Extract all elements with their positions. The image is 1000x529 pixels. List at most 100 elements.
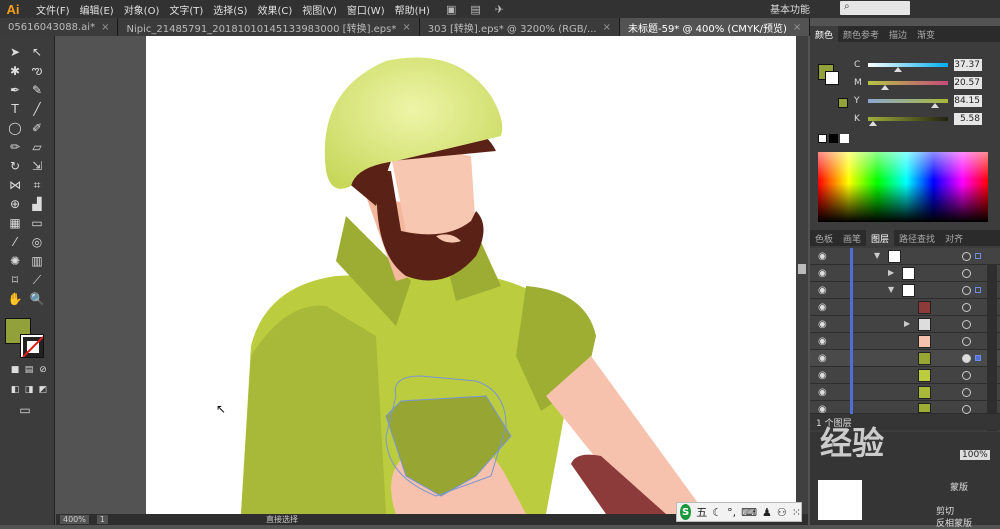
menu-edit[interactable]: 编辑(E) [80,2,114,17]
tab-doc-4[interactable]: 未标题-59* @ 400% (CMYK/预览) × [619,18,811,36]
target-icon[interactable] [962,303,971,312]
eye-icon[interactable]: ◉ [818,285,827,296]
close-icon[interactable]: × [101,22,109,33]
user-icon[interactable]: ♟ [762,506,772,519]
expand-icon[interactable]: ▶ [888,268,894,277]
width-tool-icon[interactable]: ⋈ [6,177,24,193]
layer-row[interactable]: ◉ ▶ [810,265,1000,282]
slider-thumb[interactable] [893,67,902,72]
layer-row[interactable]: ◉ ▼ [810,282,1000,299]
vertical-scrollbar[interactable] [796,36,808,514]
scale-tool-icon[interactable]: ⇲ [28,158,46,174]
menu-select[interactable]: 选择(S) [213,2,247,17]
tab-pathfinder[interactable]: 路径查找 [894,232,940,245]
eye-icon[interactable]: ◉ [818,387,827,398]
black-slider[interactable]: K 5.58 [810,112,1000,126]
menu-file[interactable]: 文件(F) [36,2,70,17]
close-icon[interactable]: × [603,22,611,33]
layer-row[interactable]: ◉ [810,333,1000,350]
layer-row-selected[interactable]: ◉ [810,350,1000,367]
layer-row[interactable]: ◉ [810,367,1000,384]
mesh-tool-icon[interactable]: ▦ [6,215,24,231]
keyboard-icon[interactable]: ⌨ [741,506,757,519]
arrange-icon[interactable]: ▤ [470,3,480,16]
tab-layers[interactable]: 图层 [866,230,895,246]
menu-window[interactable]: 窗口(W) [347,2,385,17]
grid-icon[interactable]: ⁙ [792,506,801,519]
symbol-sprayer-icon[interactable]: ✺ [6,253,24,269]
close-icon[interactable]: × [402,22,410,33]
menu-effect[interactable]: 效果(C) [257,2,292,17]
ime-mode[interactable]: 五 [696,504,707,520]
expand-icon[interactable]: ▼ [888,285,894,294]
eye-icon[interactable]: ◉ [818,336,827,347]
tab-doc-2[interactable]: Nipic_21485791_20181010145133983000 [转换]… [118,18,420,36]
black-value[interactable]: 5.58 [954,113,982,125]
layers-scrollbar[interactable] [987,265,997,431]
layer-row[interactable]: ◉ [810,401,1000,415]
mask-thumbnail[interactable] [818,480,862,520]
color-spectrum[interactable] [818,152,988,222]
artboard-tool-icon[interactable]: ⌑ [6,272,24,288]
target-icon[interactable] [962,405,971,414]
eye-icon[interactable]: ◉ [818,268,827,279]
screen-mode-icon[interactable]: ▭ [16,402,34,418]
selection-indicator[interactable] [975,287,981,293]
magenta-value[interactable]: 20.57 [954,77,982,89]
menu-view[interactable]: 视图(V) [302,2,337,17]
target-icon[interactable] [962,252,971,261]
stroke-swatch[interactable] [20,334,44,358]
graph-tool-icon[interactable]: ▥ [28,253,46,269]
blend-tool-icon[interactable]: ◎ [28,234,46,250]
shape-builder-icon[interactable]: ⊕ [6,196,24,212]
direct-selection-tool-icon[interactable]: ↖ [28,44,46,60]
yellow-value[interactable]: 84.15 [954,95,982,107]
menu-help[interactable]: 帮助(H) [395,2,430,17]
white-swatch[interactable] [840,134,849,143]
sync-icon[interactable]: ✈ [495,3,504,16]
tab-gradient[interactable]: 渐变 [912,28,940,41]
target-icon[interactable] [962,337,971,346]
workspace-switcher[interactable]: 基本功能 [770,1,810,16]
target-icon[interactable] [962,388,971,397]
cyan-value[interactable]: 37.37 [954,59,982,71]
target-icon[interactable] [962,354,971,363]
tab-color-guide[interactable]: 颜色参考 [838,28,884,41]
tab-align[interactable]: 对齐 [940,232,968,245]
tab-stroke[interactable]: 描边 [884,28,912,41]
invert-mask-checkbox[interactable]: 反相蒙版 [936,516,972,529]
slider-thumb[interactable] [868,121,877,126]
tab-color[interactable]: 颜色 [810,26,839,42]
layer-row[interactable]: ◉ ▶ [810,316,1000,333]
zoom-tool-icon[interactable]: 🔍 [28,291,46,307]
magic-wand-icon[interactable]: ✱ [6,63,24,79]
curvature-tool-icon[interactable]: ✎ [28,82,46,98]
selection-indicator[interactable] [975,253,981,259]
type-tool-icon[interactable]: T [6,101,24,117]
opacity-field[interactable]: 100% [960,450,990,460]
document-canvas[interactable]: ↖ [56,36,796,514]
slider-thumb[interactable] [880,85,889,90]
pen-tool-icon[interactable]: ✒ [6,82,24,98]
hand-tool-icon[interactable]: ✋ [6,291,24,307]
perspective-icon[interactable]: ▟ [28,196,46,212]
scroll-thumb[interactable] [798,264,806,274]
page-field[interactable]: 1 [96,515,108,524]
menu-object[interactable]: 对象(O) [124,2,160,17]
cyan-slider[interactable]: C 37.37 [810,58,1000,72]
rotate-tool-icon[interactable]: ↻ [6,158,24,174]
bridge-icon[interactable]: ▣ [446,3,456,16]
make-mask-button[interactable]: 蒙版 [950,480,968,493]
eyedropper-icon[interactable]: ⁄ [6,234,24,250]
expand-icon[interactable]: ▶ [904,319,910,328]
punct-icon[interactable]: °, [727,506,736,519]
menu-type[interactable]: 文字(T) [169,2,203,17]
tab-swatches[interactable]: 色板 [810,232,838,245]
eye-icon[interactable]: ◉ [818,302,827,313]
tab-doc-1[interactable]: 05616043088.ai* × [0,18,119,36]
layer-row[interactable]: ◉ ▼ [810,248,1000,265]
ellipse-tool-icon[interactable]: ◯ [6,120,24,136]
slice-tool-icon[interactable]: ⟋ [28,272,46,288]
free-transform-icon[interactable]: ⌗ [28,177,46,193]
eraser-icon[interactable]: ▱ [28,139,46,155]
